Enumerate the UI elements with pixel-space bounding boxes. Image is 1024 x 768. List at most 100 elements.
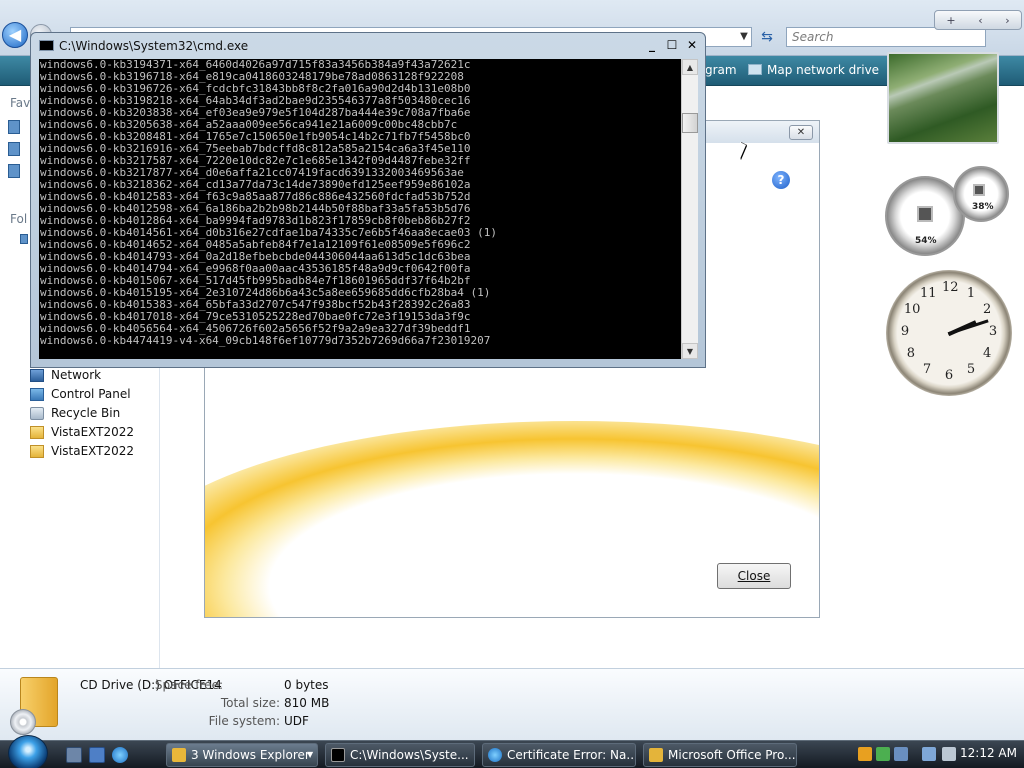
help-icon[interactable]: ? — [772, 171, 790, 189]
folder-icon — [172, 748, 186, 762]
close-button-label: Close — [737, 569, 771, 583]
scroll-up-icon[interactable]: ▲ — [682, 59, 698, 75]
folder-icon — [30, 425, 44, 439]
task-cmd[interactable]: C:\Windows\Syste... — [325, 743, 475, 767]
address-dropdown-icon[interactable]: ▼ — [736, 27, 752, 47]
folder-icon — [30, 444, 44, 458]
space-free-value: 0 bytes — [284, 678, 329, 692]
task-label: Microsoft Office Pro... — [668, 748, 796, 762]
network-drive-icon — [748, 64, 762, 75]
memory-icon — [973, 184, 985, 196]
command-map-network-drive[interactable]: Map network drive — [748, 63, 879, 77]
task-label: Certificate Error: Na... — [507, 748, 636, 762]
console-line: windows6.0-kb4474419-v4-x64_09cb148f6ef1… — [40, 334, 491, 347]
tree-item-network[interactable]: Network — [30, 366, 101, 384]
cmd-window: C:\Windows\System32\cmd.exe _ ☐ ✕ window… — [30, 32, 706, 368]
clock-number: 8 — [906, 346, 916, 361]
clock-number: 5 — [966, 362, 976, 378]
cmd-titlebar: C:\Windows\System32\cmd.exe — [39, 39, 248, 53]
network-icon — [30, 368, 44, 382]
security-shield-icon[interactable] — [858, 747, 872, 761]
cmd-icon — [39, 40, 54, 51]
safely-remove-icon[interactable] — [894, 747, 908, 761]
taskbar: 3 Windows Explorer ▼ C:\Windows\Syste...… — [0, 735, 1024, 768]
cmd-title-text: C:\Windows\System32\cmd.exe — [59, 39, 249, 53]
sidebar-controls[interactable]: + ‹ › — [934, 10, 1022, 30]
memory-gauge: 38% — [953, 166, 1009, 222]
file-system-value: UDF — [284, 714, 309, 728]
task-windows-explorer[interactable]: 3 Windows Explorer ▼ — [166, 743, 318, 767]
total-size-value: 810 MB — [284, 696, 330, 710]
tree-item-label: Network — [51, 368, 102, 382]
office-setup-icon — [649, 748, 663, 762]
tree-item-vistaext2022[interactable]: VistaEXT2022 — [30, 442, 134, 460]
cpu-icon — [917, 206, 933, 222]
file-system-label: File system: — [208, 714, 280, 728]
documents-icon[interactable] — [8, 120, 20, 134]
clock-number: 10 — [903, 302, 921, 317]
clock-number: 6 — [944, 368, 954, 383]
previous-icon[interactable]: ‹ — [978, 14, 982, 27]
console-scrollbar[interactable]: ▲ ▼ — [681, 59, 698, 359]
map-network-drive-label: Map network drive — [767, 63, 880, 77]
office-dialog-close-icon[interactable]: ✕ — [789, 125, 813, 140]
clock-gadget: 12 1 2 3 4 5 6 7 8 9 10 11 — [886, 270, 1012, 396]
task-label: C:\Windows\Syste... — [350, 748, 469, 762]
music-icon[interactable] — [8, 164, 20, 178]
clock-number: 9 — [900, 324, 910, 339]
task-certificate-error[interactable]: Certificate Error: Na... — [482, 743, 636, 767]
scroll-down-icon[interactable]: ▼ — [682, 343, 698, 359]
clock-number: 2 — [982, 302, 992, 317]
refresh-icon[interactable]: ⇆ — [756, 27, 778, 47]
update-icon[interactable] — [876, 747, 890, 761]
clock-number: 12 — [942, 280, 959, 295]
switch-windows-icon[interactable] — [89, 747, 105, 763]
start-button[interactable] — [8, 735, 48, 768]
close-window-button[interactable]: ✕ — [683, 38, 701, 54]
pictures-icon[interactable] — [8, 142, 20, 156]
cd-drive-icon — [10, 677, 60, 735]
volume-icon[interactable] — [942, 747, 956, 761]
clock-number: 7 — [922, 362, 932, 378]
chevron-down-icon: ▼ — [307, 750, 314, 759]
tree-item-vistaext2022[interactable]: VistaEXT2022 — [30, 423, 134, 441]
tree-item-label: VistaEXT2022 — [51, 444, 135, 458]
internet-explorer-icon[interactable] — [112, 747, 128, 763]
show-desktop-icon[interactable] — [66, 747, 82, 763]
favorite-links-heading: Fav — [10, 96, 31, 110]
clock-number: 11 — [920, 285, 937, 301]
task-count: 3 — [191, 748, 199, 762]
clock-number: 4 — [982, 346, 992, 361]
clock-number: 1 — [966, 285, 976, 301]
network-status-icon[interactable] — [922, 747, 936, 761]
control-panel-icon — [30, 387, 44, 401]
cpu-percent: 54% — [915, 236, 937, 246]
close-button[interactable]: Close — [717, 563, 791, 589]
total-size-label: Total size: — [220, 696, 280, 710]
tree-item-recycle-bin[interactable]: Recycle Bin — [30, 404, 120, 422]
minimize-button[interactable]: _ — [643, 38, 661, 54]
details-pane: CD Drive (D:) OFFICE14 Space free: 0 byt… — [0, 668, 1024, 740]
memory-percent: 38% — [972, 202, 994, 212]
next-icon[interactable]: › — [1005, 14, 1009, 27]
command-uninstall-program[interactable]: gram — [705, 63, 737, 77]
add-gadget-icon[interactable]: + — [946, 14, 955, 27]
slideshow-gadget[interactable] — [887, 52, 999, 144]
recycle-bin-icon — [30, 406, 44, 420]
cmd-icon — [331, 748, 345, 762]
tree-item-label: VistaEXT2022 — [51, 425, 135, 439]
space-free-label: Space free: — [154, 678, 223, 692]
folders-heading: Fol — [10, 212, 28, 226]
scroll-thumb[interactable] — [682, 113, 698, 133]
task-label: Windows Explorer — [202, 748, 310, 762]
taskbar-clock[interactable]: 12:12 AM — [960, 746, 1017, 760]
search-input[interactable]: Search — [786, 27, 986, 47]
tree-item-label: Recycle Bin — [51, 406, 121, 420]
task-office-setup[interactable]: Microsoft Office Pro... — [643, 743, 797, 767]
console-output[interactable]: windows6.0-kb3194371-x64_6460d4026a97d71… — [39, 59, 681, 359]
tree-item-label: Control Panel — [51, 387, 131, 401]
back-button[interactable]: ◀ — [2, 22, 28, 48]
tree-item-control-panel[interactable]: Control Panel — [30, 385, 131, 403]
maximize-button[interactable]: ☐ — [663, 38, 681, 54]
desktop-icon[interactable] — [20, 234, 28, 244]
